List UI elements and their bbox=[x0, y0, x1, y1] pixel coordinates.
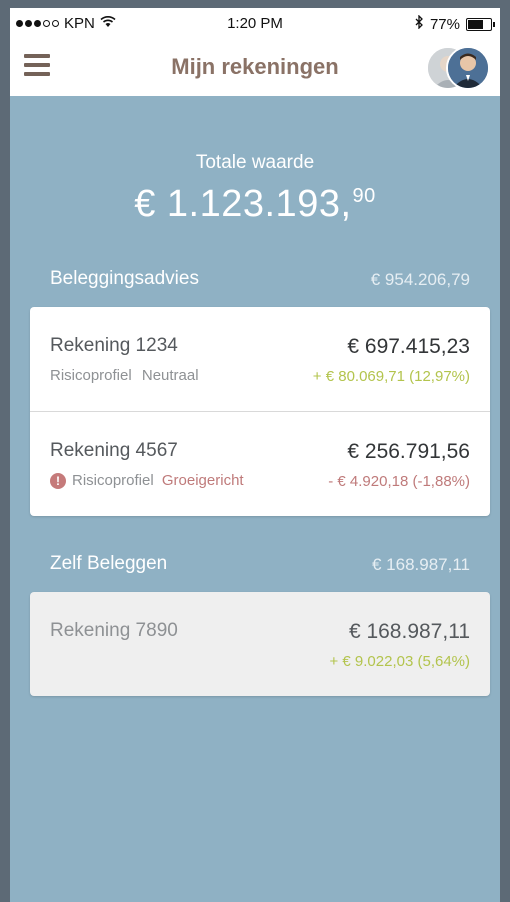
risk-profile-name: Groeigericht bbox=[161, 472, 244, 489]
total-value: € 1.123.193,90 bbox=[10, 183, 500, 226]
risk-profile: Risicoprofiel Neutraal bbox=[50, 367, 199, 384]
risk-profile-prefix: Risicoprofiel bbox=[72, 472, 158, 489]
account-card-zelf-beleggen: Rekening 7890 € 168.987,11 + € 9.022,03 … bbox=[30, 592, 490, 696]
account-change: + € 9.022,03 (5,64%) bbox=[329, 653, 470, 670]
avatar bbox=[446, 46, 490, 90]
advisor-avatars[interactable] bbox=[422, 46, 492, 90]
nav-bar: Mijn rekeningen bbox=[10, 38, 500, 96]
account-name: Rekening 4567 bbox=[50, 440, 178, 461]
section-header-beleggingsadvies: Beleggingsadvies € 954.206,79 bbox=[10, 268, 500, 298]
phone-frame: KPN 1:20 PM 77% Mijn rekeningen Totale w… bbox=[0, 0, 510, 902]
section-total: € 954.206,79 bbox=[370, 270, 470, 289]
warning-icon: ! bbox=[50, 472, 66, 489]
risk-profile-prefix: Risicoprofiel bbox=[50, 367, 136, 384]
total-value-cents: 90 bbox=[352, 185, 376, 208]
account-value: € 697.415,23 bbox=[347, 335, 470, 358]
account-name: Rekening 7890 bbox=[50, 620, 178, 641]
total-value-main: € 1.123.193, bbox=[134, 183, 352, 225]
account-row-1234[interactable]: Rekening 1234 € 697.415,23 Risicoprofiel… bbox=[30, 307, 490, 411]
battery-icon bbox=[466, 17, 495, 31]
section-title: Beleggingsadvies bbox=[50, 268, 199, 289]
section-total: € 168.987,11 bbox=[372, 555, 470, 574]
account-row-7890[interactable]: Rekening 7890 € 168.987,11 + € 9.022,03 … bbox=[30, 592, 490, 696]
account-card-beleggingsadvies: Rekening 1234 € 697.415,23 Risicoprofiel… bbox=[30, 307, 490, 516]
account-name: Rekening 1234 bbox=[50, 335, 178, 356]
risk-profile: ! Risicoprofiel Groeigericht bbox=[50, 472, 244, 489]
risk-profile-name: Neutraal bbox=[141, 367, 199, 384]
battery-percentage: 77% bbox=[429, 15, 460, 33]
screen: KPN 1:20 PM 77% Mijn rekeningen Totale w… bbox=[10, 8, 500, 902]
battery-level bbox=[468, 19, 483, 29]
section-header-zelf-beleggen: Zelf Beleggen € 168.987,11 bbox=[10, 553, 500, 583]
status-right: 77% bbox=[414, 14, 495, 33]
account-row-4567[interactable]: Rekening 4567 € 256.791,56 ! Risicoprofi… bbox=[30, 411, 490, 516]
account-change: - € 4.920,18 (-1,88%) bbox=[328, 473, 470, 490]
section-title: Zelf Beleggen bbox=[50, 553, 168, 574]
total-label: Totale waarde bbox=[195, 152, 315, 173]
account-value: € 168.987,11 bbox=[348, 620, 470, 643]
account-change: + € 80.069,71 (12,97%) bbox=[312, 368, 470, 385]
bluetooth-icon bbox=[414, 14, 424, 33]
account-value: € 256.791,56 bbox=[347, 440, 470, 463]
status-bar: KPN 1:20 PM 77% bbox=[10, 8, 500, 38]
